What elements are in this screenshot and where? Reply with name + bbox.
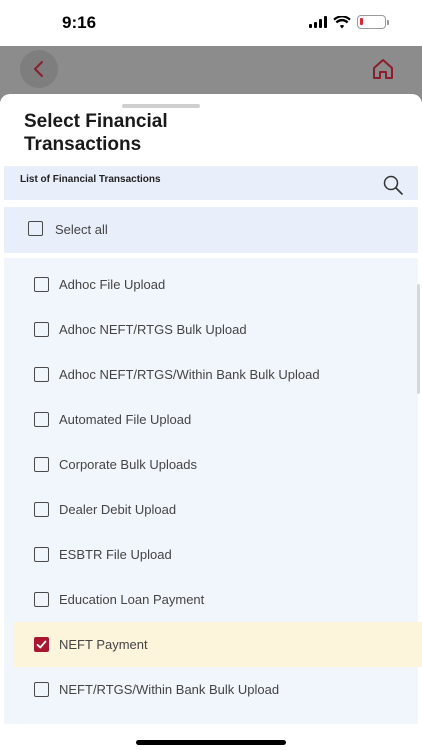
checkbox[interactable] (34, 457, 49, 472)
search-icon (383, 175, 403, 195)
checkbox[interactable] (34, 502, 49, 517)
list-item[interactable]: ESBTR File Upload (14, 532, 418, 577)
list-item-label: Adhoc File Upload (59, 277, 166, 292)
home-icon (373, 59, 393, 79)
list-item[interactable]: Adhoc File Upload (14, 262, 418, 307)
checkbox[interactable] (34, 277, 49, 292)
cellular-signal-icon (309, 16, 327, 28)
back-button[interactable] (20, 50, 58, 88)
list-item[interactable]: Adhoc NEFT/RTGS Bulk Upload (14, 307, 418, 352)
list-item[interactable]: Automated File Upload (14, 397, 418, 442)
list-item[interactable]: Corporate Bulk Uploads (14, 442, 418, 487)
checkbox[interactable] (34, 412, 49, 427)
list-item-label: Automated File Upload (59, 412, 192, 427)
list-header: List of Financial Transactions (4, 166, 418, 200)
status-bar: 9:16 (0, 0, 422, 46)
wifi-icon (333, 15, 351, 28)
home-indicator (136, 740, 286, 745)
home-button[interactable] (370, 56, 396, 82)
checkbox[interactable] (34, 322, 49, 337)
list-item-label: Dealer Debit Upload (59, 502, 177, 517)
select-all-checkbox[interactable] (28, 221, 43, 236)
list-item[interactable]: Dealer Debit Upload (14, 487, 418, 532)
battery-level (360, 18, 363, 25)
list-item-label: Adhoc NEFT/RTGS Bulk Upload (59, 322, 247, 337)
battery-icon (357, 15, 389, 29)
status-time: 9:16 (62, 13, 97, 32)
list-header-label: List of Financial Transactions (20, 174, 161, 185)
list-item[interactable]: Adhoc NEFT/RTGS/Within Bank Bulk Upload (14, 352, 418, 397)
list-item[interactable]: Education Loan Payment (14, 577, 418, 622)
sheet-grabber[interactable] (122, 104, 200, 108)
list-item-label: Adhoc NEFT/RTGS/Within Bank Bulk Upload (59, 367, 320, 382)
status-icons (309, 15, 389, 29)
list-item[interactable]: NEFT Payment (14, 622, 422, 667)
checkbox[interactable] (34, 367, 49, 382)
sheet-title: Select Financial Transactions (24, 111, 168, 155)
checkbox[interactable] (34, 592, 49, 607)
list-item[interactable]: NEFT/RTGS/Within Bank Bulk Upload (14, 667, 418, 712)
transaction-list: Adhoc File Upload Adhoc NEFT/RTGS Bulk Up… (4, 258, 422, 724)
list-item-label: NEFT Payment (59, 637, 148, 652)
scrollbar[interactable] (417, 284, 420, 394)
checkbox[interactable] (34, 682, 49, 697)
list-item-label: ESBTR File Upload (59, 547, 172, 562)
search-button[interactable] (382, 174, 404, 196)
chevron-left-icon (34, 61, 43, 77)
checked-checkbox[interactable] (34, 637, 49, 652)
select-all-label: Select all (55, 222, 108, 237)
list-item-label: NEFT/RTGS/Within Bank Bulk Upload (59, 682, 280, 697)
list-item-label: Corporate Bulk Uploads (59, 457, 198, 472)
list-item-label: Education Loan Payment (59, 592, 205, 607)
checkbox[interactable] (34, 547, 49, 562)
select-all-row[interactable]: Select all (4, 207, 418, 253)
bottom-sheet: Select Financial Transactions List of Fi… (0, 94, 422, 724)
checkmark-icon (36, 640, 47, 649)
